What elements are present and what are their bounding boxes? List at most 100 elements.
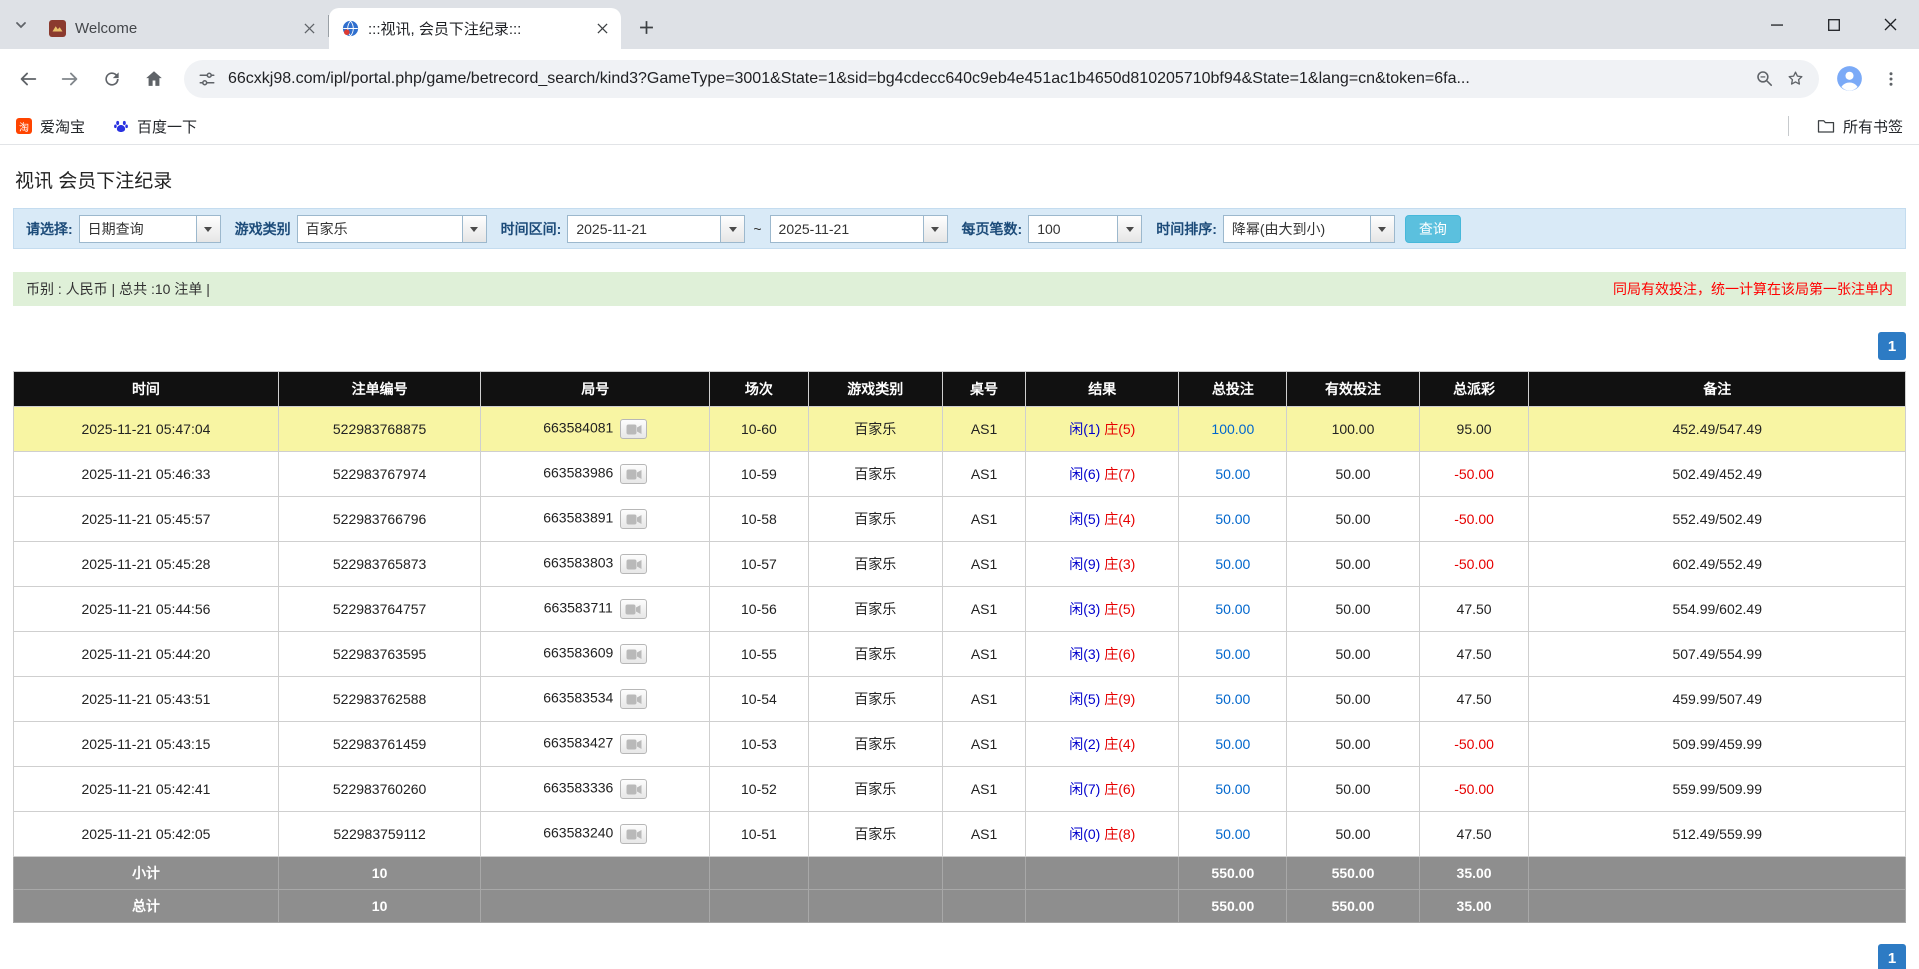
tab-search-button[interactable] [6, 10, 36, 40]
cell-result: 闲(5) 庄(4) [1026, 497, 1179, 542]
tab-welcome[interactable]: Welcome [36, 8, 328, 49]
bookmark-baidu[interactable]: 百度一下 [113, 116, 197, 137]
cell-time: 2025-11-21 05:42:41 [14, 767, 279, 812]
chevron-down-icon[interactable] [462, 216, 486, 242]
tab-close-icon[interactable] [592, 18, 613, 39]
video-replay-button[interactable] [620, 554, 647, 574]
subtotal-row: 小计10550.00550.0035.00 [14, 857, 1906, 890]
cell-round: 663583240 [481, 812, 710, 857]
game-type-value: 百家乐 [298, 216, 462, 242]
video-replay-button[interactable] [620, 734, 647, 754]
chevron-down-icon[interactable] [196, 216, 220, 242]
video-replay-button[interactable] [620, 779, 647, 799]
cell-round: 663583986 [481, 452, 710, 497]
subtotal-payout: 35.00 [1419, 857, 1529, 890]
filter-bar: 请选择: 日期查询 游戏类别 百家乐 时间区间: 2025-11-21 ~ 20… [13, 208, 1906, 249]
cell-total-bet: 50.00 [1179, 587, 1287, 632]
round-number: 663583891 [543, 510, 613, 526]
total-bet-link[interactable]: 50.00 [1215, 781, 1250, 797]
cell-note: 452.49/547.49 [1529, 407, 1906, 452]
total-bet-link[interactable]: 50.00 [1215, 691, 1250, 707]
total-bet-link[interactable]: 50.00 [1215, 511, 1250, 527]
site-controls-icon[interactable] [198, 70, 216, 88]
video-replay-button[interactable] [620, 509, 647, 529]
cell-note: 559.99/509.99 [1529, 767, 1906, 812]
home-button[interactable] [136, 61, 172, 97]
game-type-select[interactable]: 百家乐 [297, 215, 487, 243]
cell-result: 闲(3) 庄(5) [1026, 587, 1179, 632]
result-banker: 庄(6) [1104, 781, 1135, 797]
total-bet-link[interactable]: 50.00 [1215, 736, 1250, 752]
minimize-button[interactable] [1748, 0, 1805, 49]
cell-session: 10-55 [710, 632, 808, 677]
bookmark-aitaobao[interactable]: 淘 爱淘宝 [16, 116, 85, 137]
cell-table-no: AS1 [942, 812, 1025, 857]
tab-close-icon[interactable] [299, 18, 320, 39]
video-replay-button[interactable] [620, 689, 647, 709]
chevron-down-icon[interactable] [720, 216, 744, 242]
table-row: 2025-11-21 05:45:57522983766796663583891… [14, 497, 1906, 542]
total-bet-link[interactable]: 50.00 [1215, 466, 1250, 482]
cell-session: 10-59 [710, 452, 808, 497]
video-camera-icon [626, 559, 642, 570]
sort-select[interactable]: 降幂(由大到小) [1223, 215, 1395, 243]
cell-payout: 47.50 [1419, 632, 1529, 677]
total-total-bet: 550.00 [1179, 890, 1287, 923]
total-bet-link[interactable]: 50.00 [1215, 646, 1250, 662]
result-banker: 庄(3) [1104, 556, 1135, 572]
maximize-icon [1828, 19, 1840, 31]
page-number-button[interactable]: 1 [1878, 332, 1906, 360]
total-bet-link[interactable]: 50.00 [1215, 601, 1250, 617]
chevron-down-icon[interactable] [1117, 216, 1141, 242]
profile-avatar[interactable] [1831, 61, 1867, 97]
maximize-button[interactable] [1805, 0, 1862, 49]
video-replay-button[interactable] [620, 824, 647, 844]
video-replay-button[interactable] [620, 599, 647, 619]
result-player: 闲(5) [1069, 511, 1100, 527]
url-text[interactable]: 66cxkj98.com/ipl/portal.php/game/betreco… [228, 70, 1743, 88]
video-replay-button[interactable] [620, 644, 647, 664]
bookmark-star-icon[interactable] [1786, 69, 1805, 88]
result-banker: 庄(5) [1104, 421, 1135, 437]
page-size-value: 100 [1029, 216, 1117, 242]
date-from-select[interactable]: 2025-11-21 [567, 215, 745, 243]
cell-session: 10-60 [710, 407, 808, 452]
video-replay-button[interactable] [620, 464, 647, 484]
new-tab-button[interactable] [630, 11, 662, 43]
cell-total-bet: 50.00 [1179, 497, 1287, 542]
cell-game-type: 百家乐 [808, 632, 942, 677]
video-replay-button[interactable] [620, 419, 647, 439]
close-window-button[interactable] [1862, 0, 1919, 49]
total-bet-link[interactable]: 50.00 [1215, 556, 1250, 572]
payout-value: 47.50 [1457, 691, 1492, 707]
summary-left-text: 币别 : 人民币 | 总共 :10 注单 | [26, 279, 210, 299]
tab-bet-records[interactable]: :::视讯, 会员下注纪录::: [329, 8, 621, 49]
address-bar[interactable]: 66cxkj98.com/ipl/portal.php/game/betreco… [184, 60, 1819, 98]
total-row: 总计10550.00550.0035.00 [14, 890, 1906, 923]
chevron-down-icon[interactable] [923, 216, 947, 242]
zoom-indicator-icon[interactable] [1755, 69, 1774, 88]
back-button[interactable] [10, 61, 46, 97]
date-to-select[interactable]: 2025-11-21 [770, 215, 948, 243]
forward-button[interactable] [52, 61, 88, 97]
cell-valid-bet: 50.00 [1287, 677, 1419, 722]
query-type-select[interactable]: 日期查询 [79, 215, 221, 243]
chevron-down-icon[interactable] [1370, 216, 1394, 242]
all-bookmarks-button[interactable]: 所有书签 [1817, 116, 1903, 137]
cell-session: 10-52 [710, 767, 808, 812]
cell-session: 10-53 [710, 722, 808, 767]
round-number: 663584081 [543, 420, 613, 436]
cell-bet-id: 522983764757 [278, 587, 480, 632]
refresh-button[interactable] [94, 61, 130, 97]
total-bet-link[interactable]: 50.00 [1215, 826, 1250, 842]
total-bet-link[interactable]: 100.00 [1211, 421, 1254, 437]
total-valid-bet: 550.00 [1287, 890, 1419, 923]
welcome-tab-favicon-icon [49, 20, 66, 37]
page-size-select[interactable]: 100 [1028, 215, 1142, 243]
cell-result: 闲(2) 庄(4) [1026, 722, 1179, 767]
result-banker: 庄(7) [1104, 466, 1135, 482]
page-number-button[interactable]: 1 [1878, 944, 1906, 969]
cell-total-bet: 50.00 [1179, 722, 1287, 767]
browser-menu-button[interactable] [1873, 61, 1909, 97]
search-button[interactable]: 查询 [1405, 215, 1461, 243]
